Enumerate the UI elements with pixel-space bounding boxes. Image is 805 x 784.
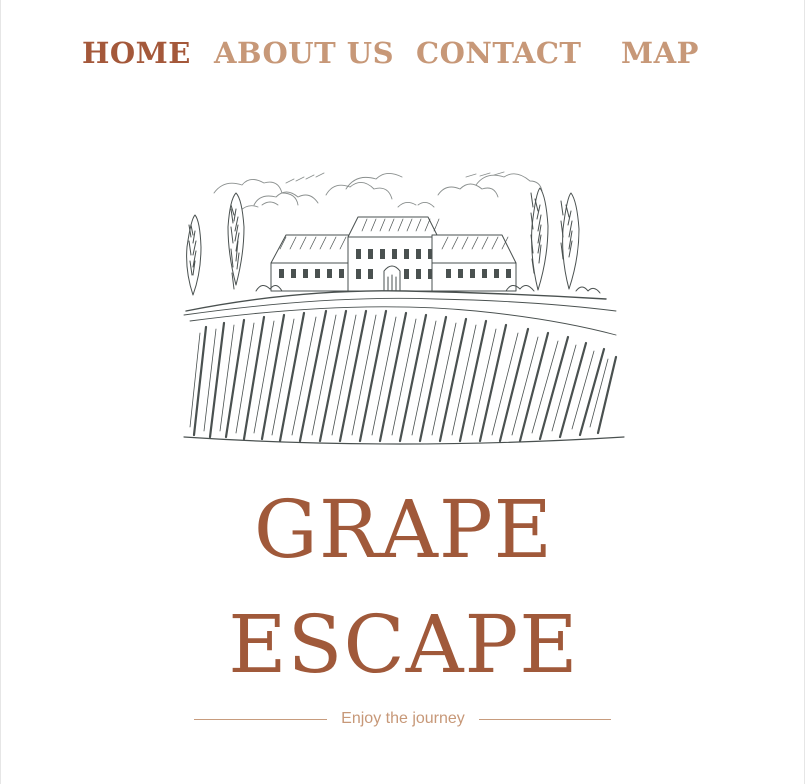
main-nav: HOME ABOUT US CONTACT MAP [1,36,805,80]
tagline-divider-left [194,719,327,720]
vineyard-sketch-icon [183,171,625,445]
brand-title-line-1: GRAPE [253,483,554,576]
nav-contact-link[interactable]: CONTACT [416,36,582,70]
tagline-row: Enjoy the journey [1,708,805,730]
nav-map-link[interactable]: MAP [621,36,699,70]
brand-title-line-2: ESCAPE [228,598,579,691]
nav-home-link[interactable]: HOME [82,36,191,70]
tagline-text: Enjoy the journey [341,710,465,727]
tagline-divider-right [479,719,611,720]
nav-about-link[interactable]: ABOUT US [214,36,394,70]
vineyard-illustration [176,165,631,450]
